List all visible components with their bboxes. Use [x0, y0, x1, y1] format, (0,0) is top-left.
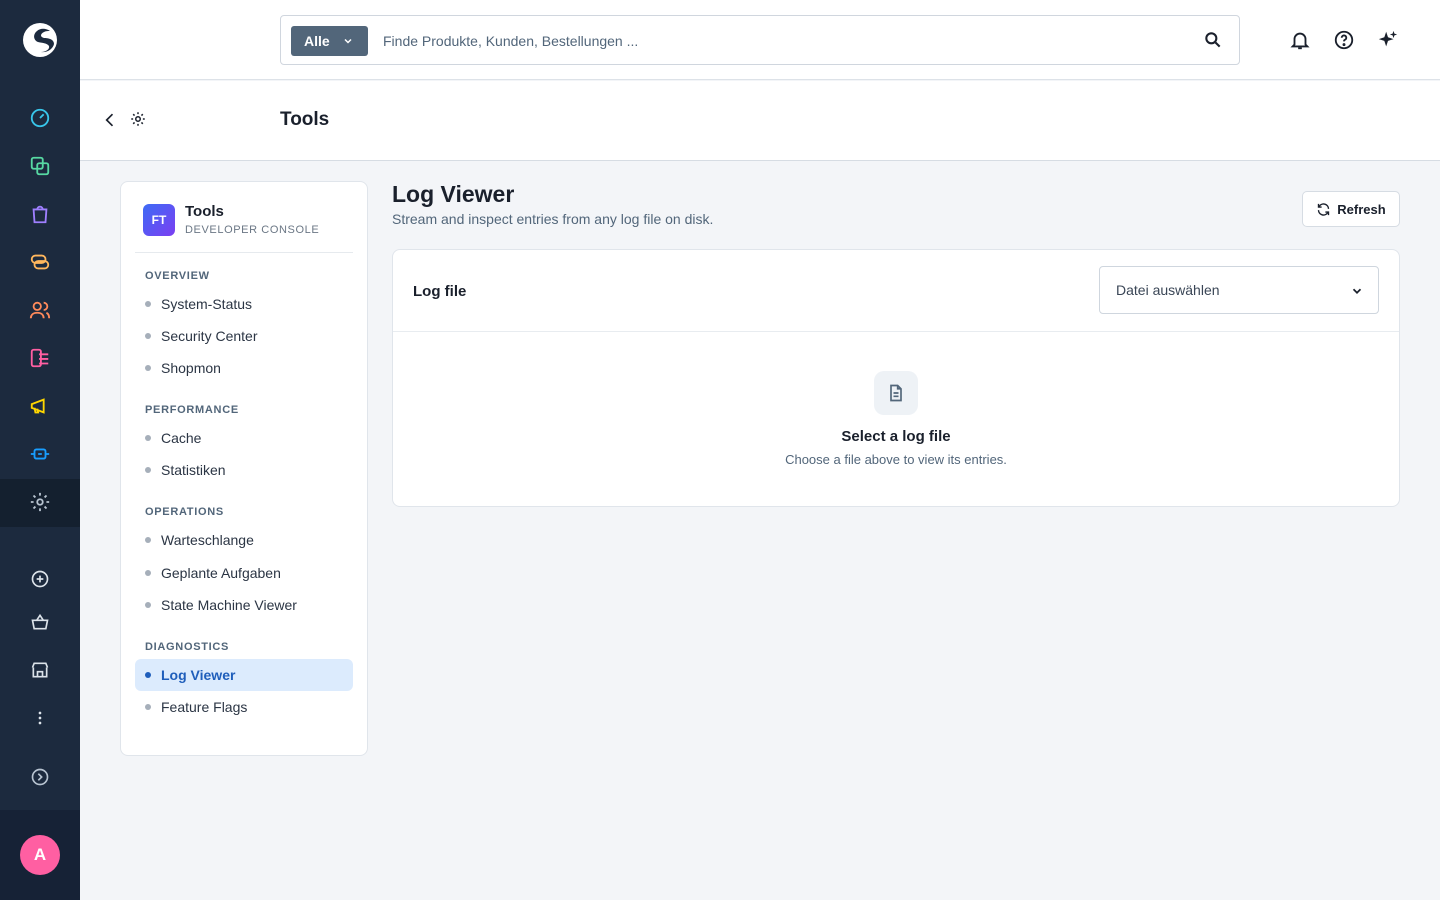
content-icon[interactable] [24, 342, 56, 374]
bell-icon[interactable] [1288, 28, 1312, 52]
group-label-operations: OPERATIONS [145, 506, 224, 518]
app-subtitle: DEVELOPER CONSOLE [185, 224, 320, 236]
panel-header: Log file Datei auswählen [393, 250, 1399, 332]
tools-sidebar: FT Tools DEVELOPER CONSOLE OVERVIEW Syst… [120, 181, 368, 756]
app-name: Tools [185, 203, 224, 220]
chevron-down-icon [1352, 288, 1362, 294]
customers-rings-icon[interactable] [24, 246, 56, 278]
basket-icon[interactable] [24, 606, 56, 638]
marketing-icon[interactable] [24, 390, 56, 422]
sidebar-item-geplante-aufgaben[interactable]: Geplante Aufgaben [135, 557, 353, 589]
content-title: Log Viewer [392, 181, 515, 207]
help-icon[interactable] [1332, 28, 1356, 52]
sidebar-item-state-machine-viewer[interactable]: State Machine Viewer [135, 589, 353, 621]
sidebar-item-system-status[interactable]: System-Status [135, 288, 353, 320]
add-icon[interactable] [24, 563, 56, 595]
extensions-icon[interactable] [24, 438, 56, 470]
search-input[interactable] [383, 28, 1183, 54]
main-navigation-rail: A [0, 0, 80, 900]
log-file-select-value: Datei auswählen [1116, 282, 1220, 298]
sparkle-icon[interactable] [1376, 28, 1400, 52]
refresh-button[interactable]: Refresh [1302, 191, 1400, 227]
empty-state-description: Choose a file above to view its entries. [785, 452, 1007, 467]
search-scope-label: Alle [304, 33, 330, 49]
document-icon [874, 371, 918, 415]
app-badge: FT [143, 204, 175, 236]
group-label-performance: PERFORMANCE [145, 404, 239, 416]
back-arrow-icon[interactable] [100, 110, 120, 130]
sidebar-item-warteschlange[interactable]: Warteschlange [135, 524, 353, 556]
orders-icon[interactable] [24, 150, 56, 182]
sidebar-item-cache[interactable]: Cache [135, 422, 353, 454]
sidebar-item-statistiken[interactable]: Statistiken [135, 454, 353, 486]
search-scope-dropdown[interactable]: Alle [291, 26, 368, 56]
group-label-overview: OVERVIEW [145, 270, 210, 282]
refresh-label: Refresh [1337, 201, 1386, 217]
sidebar-item-shopmon[interactable]: Shopmon [135, 352, 353, 384]
sidebar-divider [135, 252, 353, 253]
sidebar-item-log-viewer[interactable]: Log Viewer [135, 659, 353, 691]
user-avatar[interactable]: A [20, 835, 60, 875]
refresh-icon [1318, 202, 1330, 216]
store-icon[interactable] [24, 654, 56, 686]
dashboard-icon[interactable] [24, 102, 56, 134]
log-file-select[interactable]: Datei auswählen [1099, 266, 1379, 314]
empty-state-title: Select a log file [841, 428, 951, 445]
settings-icon[interactable] [24, 486, 56, 518]
page-title: Tools [280, 109, 330, 130]
shopware-logo-icon[interactable] [20, 20, 60, 60]
group-label-diagnostics: DIAGNOSTICS [145, 641, 230, 653]
search-icon[interactable] [1203, 30, 1225, 52]
more-icon[interactable] [24, 702, 56, 734]
gear-icon [129, 110, 149, 130]
sidebar-item-security-center[interactable]: Security Center [135, 320, 353, 352]
global-search: Alle [280, 15, 1240, 65]
log-viewer-panel: Log file Datei auswählen Select a log fi… [392, 249, 1400, 507]
customers-icon[interactable] [24, 294, 56, 326]
sidebar-item-feature-flags[interactable]: Feature Flags [135, 691, 353, 723]
expand-icon[interactable] [24, 761, 56, 793]
chevron-down-icon [344, 38, 352, 44]
page-header: Tools [80, 81, 1440, 161]
top-bar: Alle [80, 0, 1440, 80]
content-subtitle: Stream and inspect entries from any log … [392, 211, 714, 227]
log-file-label: Log file [413, 283, 467, 300]
catalog-icon[interactable] [24, 198, 56, 230]
